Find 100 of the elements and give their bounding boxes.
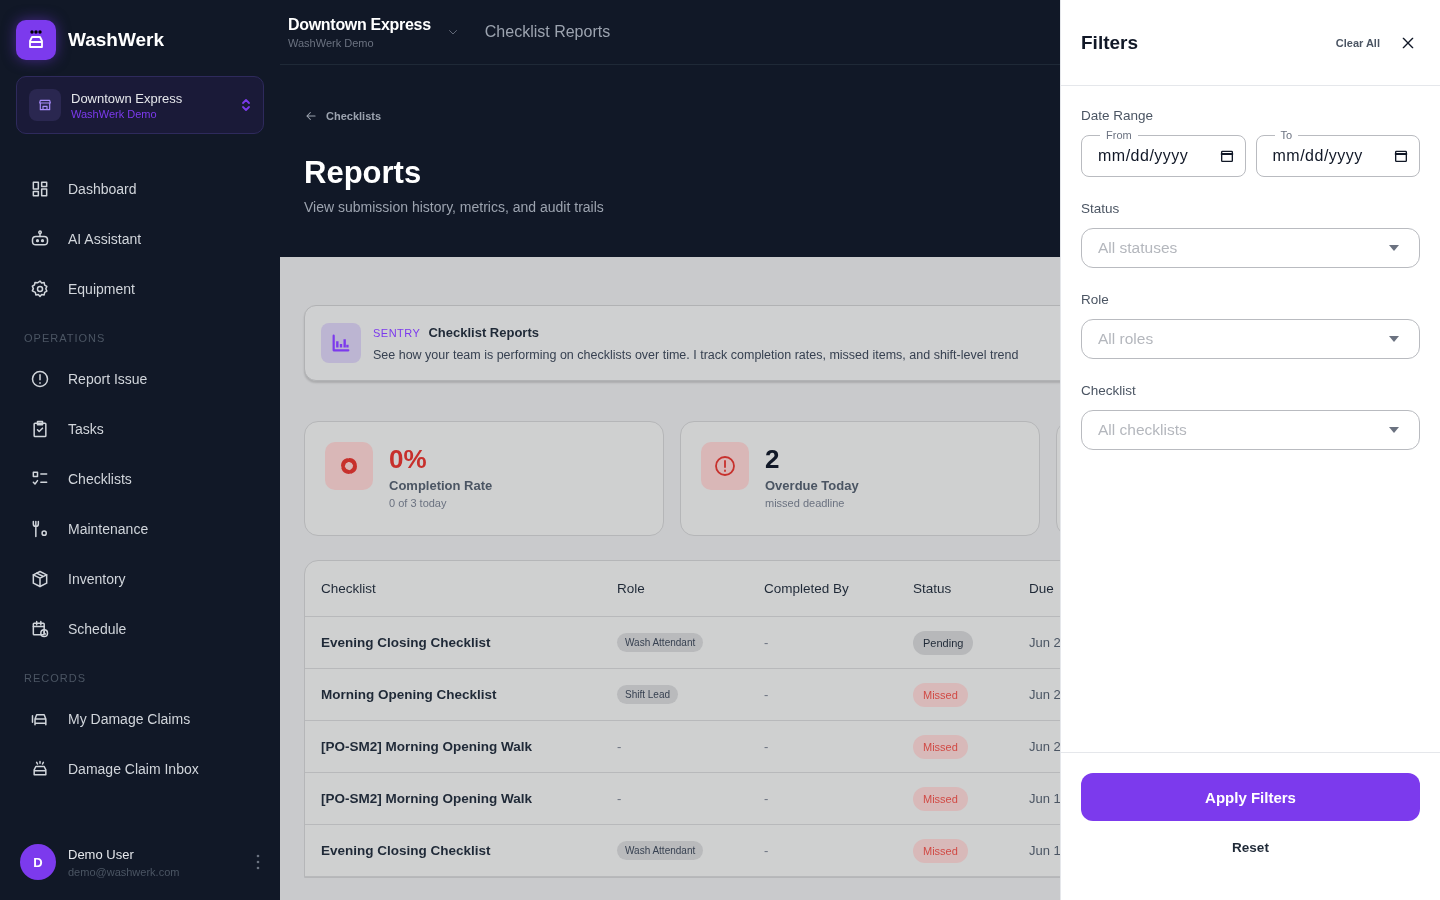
column-header: Role	[617, 581, 646, 596]
nav-item[interactable]: Equipment	[16, 264, 264, 314]
apply-filters-button[interactable]: Apply Filters	[1081, 773, 1420, 821]
nav-item[interactable]: My Damage Claims	[16, 694, 264, 744]
column-header: Completed By	[764, 581, 850, 596]
status-tag: Missed	[913, 682, 968, 707]
location-name: Downtown Express	[288, 15, 431, 34]
more-icon	[256, 854, 260, 870]
user-email: demo@washwerk.com	[68, 865, 181, 878]
chevron-up-down-icon	[241, 97, 251, 113]
package-icon	[30, 569, 50, 589]
placeholder: All checklists	[1098, 421, 1188, 439]
location-name: Downtown Express	[71, 90, 184, 106]
status-tag: Missed	[913, 786, 968, 811]
stat-value: 2	[765, 443, 781, 476]
page-title: Checklist Reports	[484, 23, 611, 41]
avatar: D	[20, 844, 56, 880]
stat-label: Overdue Today	[765, 478, 859, 493]
table-cell-text: -	[617, 739, 623, 754]
placeholder: All statuses	[1098, 239, 1179, 257]
dropdown-caret-icon	[1389, 245, 1399, 251]
wrench-icon	[30, 519, 50, 539]
column-header: Due	[1029, 581, 1055, 596]
nav-item[interactable]: Damage Claim Inbox	[16, 744, 264, 794]
calendar-icon	[1218, 148, 1235, 164]
status-tag: Pending	[913, 630, 974, 655]
settings-icon	[30, 279, 50, 299]
field-label: Checklist	[1081, 383, 1137, 398]
car-siren-icon	[30, 759, 50, 779]
alert-icon	[30, 369, 50, 389]
field-legend: From	[1100, 129, 1138, 141]
panel-title: Filters	[1081, 31, 1140, 54]
alert-icon	[713, 454, 737, 478]
column-header: Checklist	[321, 581, 377, 596]
organization-name: WashWerk Demo	[71, 107, 158, 120]
role-tag: Wash Attendant	[617, 633, 704, 652]
bar-chart-icon	[330, 332, 352, 354]
dropdown-caret-icon	[1389, 336, 1399, 342]
nav-item[interactable]: Dashboard	[16, 164, 264, 214]
table-cell: Jun 1	[1029, 843, 1060, 858]
table-cell: Jun 1	[1029, 791, 1060, 806]
assistant-tag: SENTRY	[373, 326, 421, 339]
nav-item[interactable]: Tasks	[16, 404, 264, 454]
calendar-clock-icon	[30, 619, 50, 639]
nav-item[interactable]: Inventory	[16, 554, 264, 604]
dropdown-caret-icon	[1389, 427, 1399, 433]
table-cell: Jun 2	[1029, 635, 1060, 650]
stat-note: 0 of 3 today	[389, 497, 448, 509]
field-label: Date Range	[1081, 108, 1155, 123]
table-cell-text: -	[617, 791, 623, 806]
location-switcher[interactable]: Downtown Express WashWerk Demo	[16, 76, 264, 134]
assistant-message: See how your team is performing on checklists over time. I track completion rates, missed items, and shift-level trend	[373, 347, 1019, 362]
organization-name: WashWerk Demo	[288, 36, 375, 49]
role-tag: Wash Attendant	[617, 841, 704, 860]
field-legend: To	[1274, 129, 1299, 141]
table-cell-text: -	[764, 739, 770, 754]
table-cell-text: Morning Opening Checklist	[321, 687, 498, 702]
nav-item[interactable]: AI Assistant	[16, 214, 264, 264]
role-tag: Shift Lead	[617, 685, 679, 704]
clear-all-link[interactable]: Clear All	[1335, 36, 1380, 49]
table-cell-text: -	[764, 635, 770, 650]
table-cell-text: -	[764, 843, 770, 858]
page-subtitle: View submission history, metrics, and audit trails	[304, 199, 605, 215]
stat-label: Completion Rate	[389, 478, 493, 493]
back-link[interactable]: Checklists	[304, 109, 382, 123]
section-heading: OPERATIONS	[23, 331, 107, 346]
placeholder: All roles	[1098, 330, 1155, 348]
dashboard-icon	[30, 179, 50, 199]
stat-note: missed deadline	[765, 497, 846, 509]
nav-item[interactable]: Maintenance	[16, 504, 264, 554]
table-cell-text: Evening Closing Checklist	[321, 843, 492, 858]
brand-name: WashWerk	[68, 29, 165, 51]
table-cell-text: [PO-SM2] Morning Opening Walk	[321, 739, 533, 754]
table-cell: Jun 2	[1029, 687, 1060, 702]
table-cell: Jun 2	[1029, 739, 1060, 754]
reset-button[interactable]: Reset	[1226, 839, 1275, 856]
clipboard-icon	[30, 419, 50, 439]
nav-item[interactable]: Schedule	[16, 604, 264, 654]
date-value: mm/dd/yyyy	[1098, 147, 1190, 165]
table-cell-text: Evening Closing Checklist	[321, 635, 492, 650]
store-icon	[37, 97, 53, 113]
assistant-title: Checklist Reports	[428, 324, 539, 340]
column-header: Status	[913, 581, 953, 596]
table-cell-text: -	[764, 791, 770, 806]
field-label: Status	[1081, 201, 1121, 216]
date-value: mm/dd/yyyy	[1272, 147, 1364, 165]
table-cell-text: [PO-SM2] Morning Opening Walk	[321, 791, 533, 806]
nav-item[interactable]: Report Issue	[16, 354, 264, 404]
arrow-left-icon	[304, 109, 318, 123]
table-cell-text: -	[764, 687, 770, 702]
status-tag: Missed	[913, 838, 968, 863]
user-name: Demo User	[68, 846, 135, 862]
stat-value: 0%	[389, 443, 428, 476]
status-tag: Missed	[913, 734, 968, 759]
robot-icon	[30, 229, 50, 249]
field-label: Role	[1081, 292, 1110, 307]
nav-item[interactable]: Checklists	[16, 454, 264, 504]
page-heading: Reports	[304, 155, 423, 191]
section-heading: RECORDS	[23, 671, 87, 686]
calendar-icon	[1393, 148, 1409, 164]
